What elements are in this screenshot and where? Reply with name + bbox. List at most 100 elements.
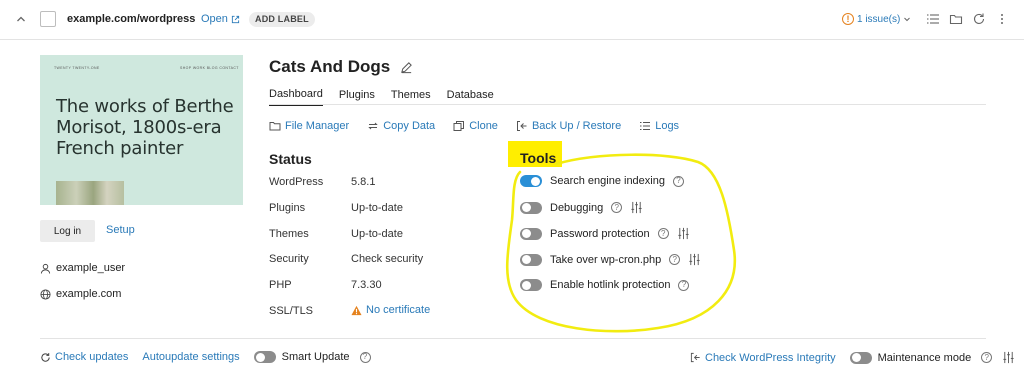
tool-debugging: Debugging ? [520, 201, 643, 214]
ssl-status[interactable]: No certificate [351, 304, 430, 316]
search-indexing-toggle[interactable] [520, 175, 542, 187]
check-security-link[interactable]: Check security [351, 253, 423, 265]
status-label-php: PHP [269, 279, 292, 291]
site-header: example.com/wordpress Open ADD LABEL ! 1… [0, 0, 1024, 40]
tabs-divider [269, 104, 986, 105]
status-heading: Status [269, 151, 312, 167]
setup-link[interactable]: Setup [106, 224, 135, 236]
tool-hotlink-protection: Enable hotlink protection ? [520, 279, 690, 291]
smart-update-control: Smart Update ? [253, 351, 371, 363]
add-label-button[interactable]: ADD LABEL [249, 12, 315, 27]
site-domain: example.com [40, 288, 121, 300]
thumbnail-headline: The works of Berthe Morisot, 1800s-era F… [56, 96, 234, 159]
sync-icon [368, 122, 378, 130]
open-site-link[interactable]: Open [201, 13, 240, 25]
file-manager-link[interactable]: File Manager [269, 120, 349, 132]
maintenance-mode-toggle[interactable] [849, 351, 872, 364]
settings-sliders-icon[interactable] [677, 227, 690, 240]
refresh-icon [41, 352, 50, 362]
settings-sliders-icon[interactable] [688, 253, 701, 266]
refresh-icon[interactable] [972, 12, 986, 26]
maintenance-mode-control: Maintenance mode ? [849, 351, 1016, 364]
status-label-security: Security [269, 253, 309, 265]
tool-label: Enable hotlink protection [550, 279, 671, 291]
check-integrity-label: Check WordPress Integrity [705, 351, 836, 364]
autoupdate-settings-link[interactable]: Autoupdate settings [142, 351, 239, 363]
page-title: Cats And Dogs [269, 57, 413, 77]
settings-sliders-icon[interactable] [1002, 351, 1015, 364]
ssl-status-value: No certificate [366, 304, 431, 316]
check-integrity-link[interactable]: Check WordPress Integrity [690, 352, 836, 364]
check-updates-link[interactable]: Check updates [40, 351, 128, 363]
tool-password-protection: Password protection ? [520, 227, 690, 240]
backup-icon [516, 121, 527, 131]
status-value-themes: Up-to-date [351, 228, 403, 240]
status-label-themes: Themes [269, 228, 309, 240]
status-value-php: 7.3.30 [351, 279, 382, 291]
user-name: example_user [56, 262, 126, 274]
tab-themes[interactable]: Themes [391, 89, 431, 105]
status-label-wordpress: WordPress [269, 176, 324, 188]
status-value-wordpress: 5.8.1 [351, 176, 376, 188]
help-icon[interactable]: ? [657, 228, 669, 239]
footer-left: Check updates Autoupdate settings Smart … [40, 351, 371, 363]
copy-data-link[interactable]: Copy Data [367, 120, 435, 132]
list-view-icon[interactable] [926, 12, 940, 26]
help-icon[interactable]: ? [678, 279, 690, 291]
more-vertical-icon[interactable] [995, 12, 1009, 26]
settings-sliders-icon[interactable] [630, 201, 643, 214]
open-label: Open [201, 13, 228, 25]
globe-icon [40, 288, 51, 300]
thumbnail-nav: SHOP WORK BLOG CONTACT [180, 66, 239, 70]
file-manager-label: File Manager [285, 120, 350, 132]
logs-link[interactable]: Logs [639, 120, 679, 132]
pencil-icon[interactable] [400, 61, 413, 74]
copy-data-label: Copy Data [383, 120, 436, 132]
tab-plugins[interactable]: Plugins [339, 89, 375, 105]
chevron-down-icon [904, 17, 911, 22]
issues-count: 1 issue(s) [857, 13, 901, 25]
tool-label: Search engine indexing [550, 175, 665, 187]
help-icon[interactable]: ? [672, 175, 684, 187]
site-thumbnail[interactable]: TWENTY TWENTY-ONE SHOP WORK BLOG CONTACT… [40, 55, 243, 205]
help-icon[interactable]: ? [359, 351, 371, 363]
help-icon[interactable]: ? [611, 202, 623, 213]
debugging-toggle[interactable] [520, 201, 542, 214]
domain-name: example.com [56, 288, 122, 300]
list-icon [640, 122, 651, 130]
chevron-up-icon[interactable] [15, 13, 27, 25]
quick-actions: File Manager Copy Data Clone Back Up / R… [269, 120, 679, 132]
tool-label: Debugging [550, 201, 604, 214]
help-icon[interactable]: ? [981, 352, 993, 363]
tool-wp-cron: Take over wp-cron.php ? [520, 253, 701, 266]
footer-right: Check WordPress Integrity Maintenance mo… [690, 351, 1015, 364]
clone-link[interactable]: Clone [453, 120, 498, 132]
login-button[interactable]: Log in [40, 220, 95, 242]
header-toolbar [926, 12, 1009, 26]
password-protection-toggle[interactable] [520, 227, 542, 240]
tool-label: Take over wp-cron.php [550, 253, 662, 266]
thumbnail-image [56, 181, 124, 205]
footer-divider [40, 338, 986, 339]
smart-update-label: Smart Update [281, 351, 350, 363]
clone-icon [453, 121, 465, 131]
clone-label: Clone [469, 120, 498, 132]
wp-cron-toggle[interactable] [520, 253, 542, 266]
site-select-checkbox[interactable] [40, 11, 56, 27]
site-url[interactable]: example.com/wordpress [67, 13, 195, 25]
backup-restore-label: Back Up / Restore [531, 120, 622, 132]
issues-dropdown[interactable]: ! 1 issue(s) [842, 13, 911, 25]
hotlink-protection-toggle[interactable] [520, 279, 542, 291]
folder-icon[interactable] [949, 12, 963, 26]
logs-label: Logs [655, 120, 680, 132]
backup-restore-link[interactable]: Back Up / Restore [516, 120, 621, 132]
help-icon[interactable]: ? [669, 254, 681, 265]
warning-triangle-icon [351, 305, 362, 315]
integrity-icon [690, 352, 700, 363]
smart-update-toggle[interactable] [253, 351, 276, 363]
tab-database[interactable]: Database [447, 89, 494, 105]
warning-icon: ! [842, 13, 854, 25]
tool-search-indexing: Search engine indexing ? [520, 175, 684, 187]
status-value-plugins: Up-to-date [351, 202, 403, 214]
user-icon [40, 263, 51, 274]
